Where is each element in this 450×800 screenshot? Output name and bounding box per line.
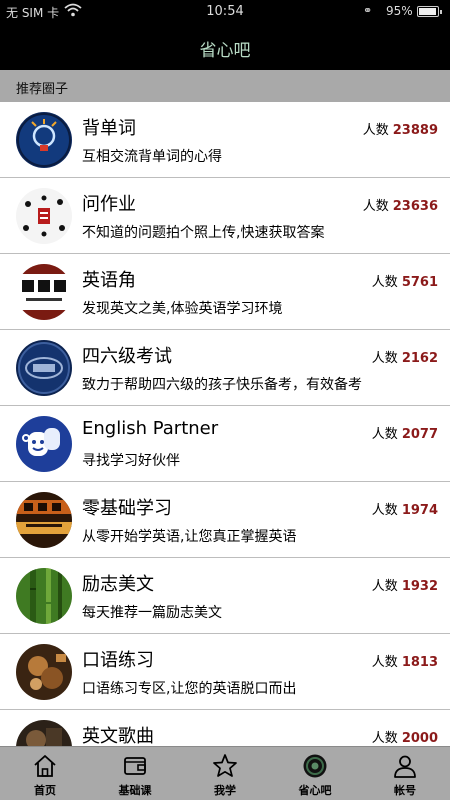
group-desc: 寻找学习好伙伴 — [82, 453, 180, 469]
wallet-icon — [124, 757, 146, 775]
tab-basic-course[interactable]: 基础课 — [90, 747, 180, 800]
tab-label: 我学 — [214, 784, 236, 797]
clock: 10:54 — [206, 4, 244, 19]
group-name: 口语练习 — [82, 650, 154, 671]
group-item-inspirational[interactable]: 励志美文 每天推荐一篇励志美文 人数 1932 — [0, 558, 450, 634]
count-value: 5761 — [401, 275, 438, 290]
count-label: 人数 — [371, 427, 398, 442]
group-name: 背单词 — [82, 118, 136, 139]
english-corner-avatar — [16, 264, 72, 320]
group-name: 英语角 — [82, 270, 136, 291]
group-item-english-partner[interactable]: English Partner 寻找学习好伙伴 人数 2077 — [0, 406, 450, 482]
group-desc: 互相交流背单词的心得 — [82, 149, 222, 165]
tab-bar: 首页 基础课 我学 省心吧 帐号 — [0, 746, 450, 800]
count-label: 人数 — [371, 275, 398, 290]
page-title: 省心吧 — [199, 41, 251, 61]
tab-account[interactable]: 帐号 — [360, 747, 450, 800]
tab-my-learning[interactable]: 我学 — [180, 747, 270, 800]
group-item-zero-basis[interactable]: 零基础学习 从零开始学英语,让您真正掌握英语 人数 1974 — [0, 482, 450, 558]
tab-label: 基础课 — [118, 784, 152, 797]
count-value: 1974 — [401, 503, 438, 518]
bamboo-avatar — [16, 568, 72, 624]
count-value: 2077 — [401, 427, 438, 442]
homework-avatar — [16, 188, 72, 244]
group-item-english-corner[interactable]: 英语角 发现英文之美,体验英语学习环境 人数 5761 — [0, 254, 450, 330]
count-label: 人数 — [362, 199, 389, 214]
group-desc: 每天推荐一篇励志美文 — [82, 605, 222, 621]
tab-home[interactable]: 首页 — [0, 747, 90, 800]
speaking-avatar — [16, 644, 72, 700]
battery-percent: 95% — [386, 4, 413, 18]
count-label: 人数 — [371, 731, 398, 746]
group-desc: 从零开始学英语,让您真正掌握英语 — [82, 529, 297, 545]
member-count: 人数 1932 — [372, 575, 438, 594]
group-name: English Partner — [82, 418, 219, 439]
member-count: 人数 1813 — [372, 651, 438, 670]
count-value: 1932 — [401, 579, 438, 594]
star-icon — [213, 754, 237, 777]
tab-label: 首页 — [34, 784, 56, 797]
group-item-speaking[interactable]: 口语练习 口语练习专区,让您的英语脱口而出 人数 1813 — [0, 634, 450, 710]
cet-avatar — [16, 340, 72, 396]
group-desc: 致力于帮助四六级的孩子快乐备考，有效备考 — [82, 377, 362, 393]
member-count: 人数 2162 — [372, 347, 438, 366]
count-value: 1813 — [401, 655, 438, 670]
count-label: 人数 — [371, 351, 398, 366]
count-value: 2162 — [401, 351, 438, 366]
person-icon — [394, 755, 416, 778]
group-list: 背单词 互相交流背单词的心得 人数 23889 问作业 不知道的问题拍个照上传,快… — [0, 102, 450, 786]
count-value: 23889 — [392, 123, 438, 138]
member-count: 人数 5761 — [372, 271, 438, 290]
section-header: 推荐圈子 — [0, 70, 450, 102]
community-icon — [303, 754, 327, 778]
group-desc: 发现英文之美,体验英语学习环境 — [82, 301, 283, 317]
group-name: 问作业 — [82, 194, 136, 215]
count-label: 人数 — [371, 655, 398, 670]
group-item-homework[interactable]: 问作业 不知道的问题拍个照上传,快速获取答案 人数 23636 — [0, 178, 450, 254]
group-item-vocabulary[interactable]: 背单词 互相交流背单词的心得 人数 23889 — [0, 102, 450, 178]
member-count: 人数 23636 — [363, 195, 438, 214]
tab-label: 省心吧 — [298, 784, 332, 797]
section-title: 推荐圈子 — [16, 82, 69, 97]
group-name: 英文歌曲 — [82, 726, 154, 747]
count-value: 23636 — [392, 199, 438, 214]
group-name: 励志美文 — [82, 574, 154, 595]
battery-icon — [417, 6, 442, 17]
tab-label: 帐号 — [394, 784, 416, 797]
count-label: 人数 — [371, 579, 398, 594]
count-value: 2000 — [401, 731, 438, 746]
home-icon — [34, 755, 56, 777]
member-count: 人数 23889 — [363, 119, 438, 138]
member-count: 人数 2000 — [372, 727, 438, 746]
group-name: 零基础学习 — [82, 498, 172, 519]
lightbulb-avatar — [16, 112, 72, 168]
tab-community[interactable]: 省心吧 — [270, 747, 360, 800]
group-item-cet[interactable]: 四六级考试 致力于帮助四六级的孩子快乐备考，有效备考 人数 2162 — [0, 330, 450, 406]
group-desc: 口语练习专区,让您的英语脱口而出 — [82, 681, 297, 697]
count-label: 人数 — [362, 123, 389, 138]
zero-basis-avatar — [16, 492, 72, 548]
count-label: 人数 — [371, 503, 398, 518]
group-desc: 不知道的问题拍个照上传,快速获取答案 — [82, 225, 325, 241]
partner-avatar — [16, 416, 72, 472]
nav-bar: 省心吧 — [0, 24, 450, 70]
member-count: 人数 2077 — [372, 423, 438, 442]
status-bar: 无 SIM 卡 10:54 ⚭ 95% — [0, 0, 450, 24]
member-count: 人数 1974 — [372, 499, 438, 518]
rotation-lock-icon: ⚭ — [363, 4, 373, 17]
group-name: 四六级考试 — [82, 346, 172, 367]
